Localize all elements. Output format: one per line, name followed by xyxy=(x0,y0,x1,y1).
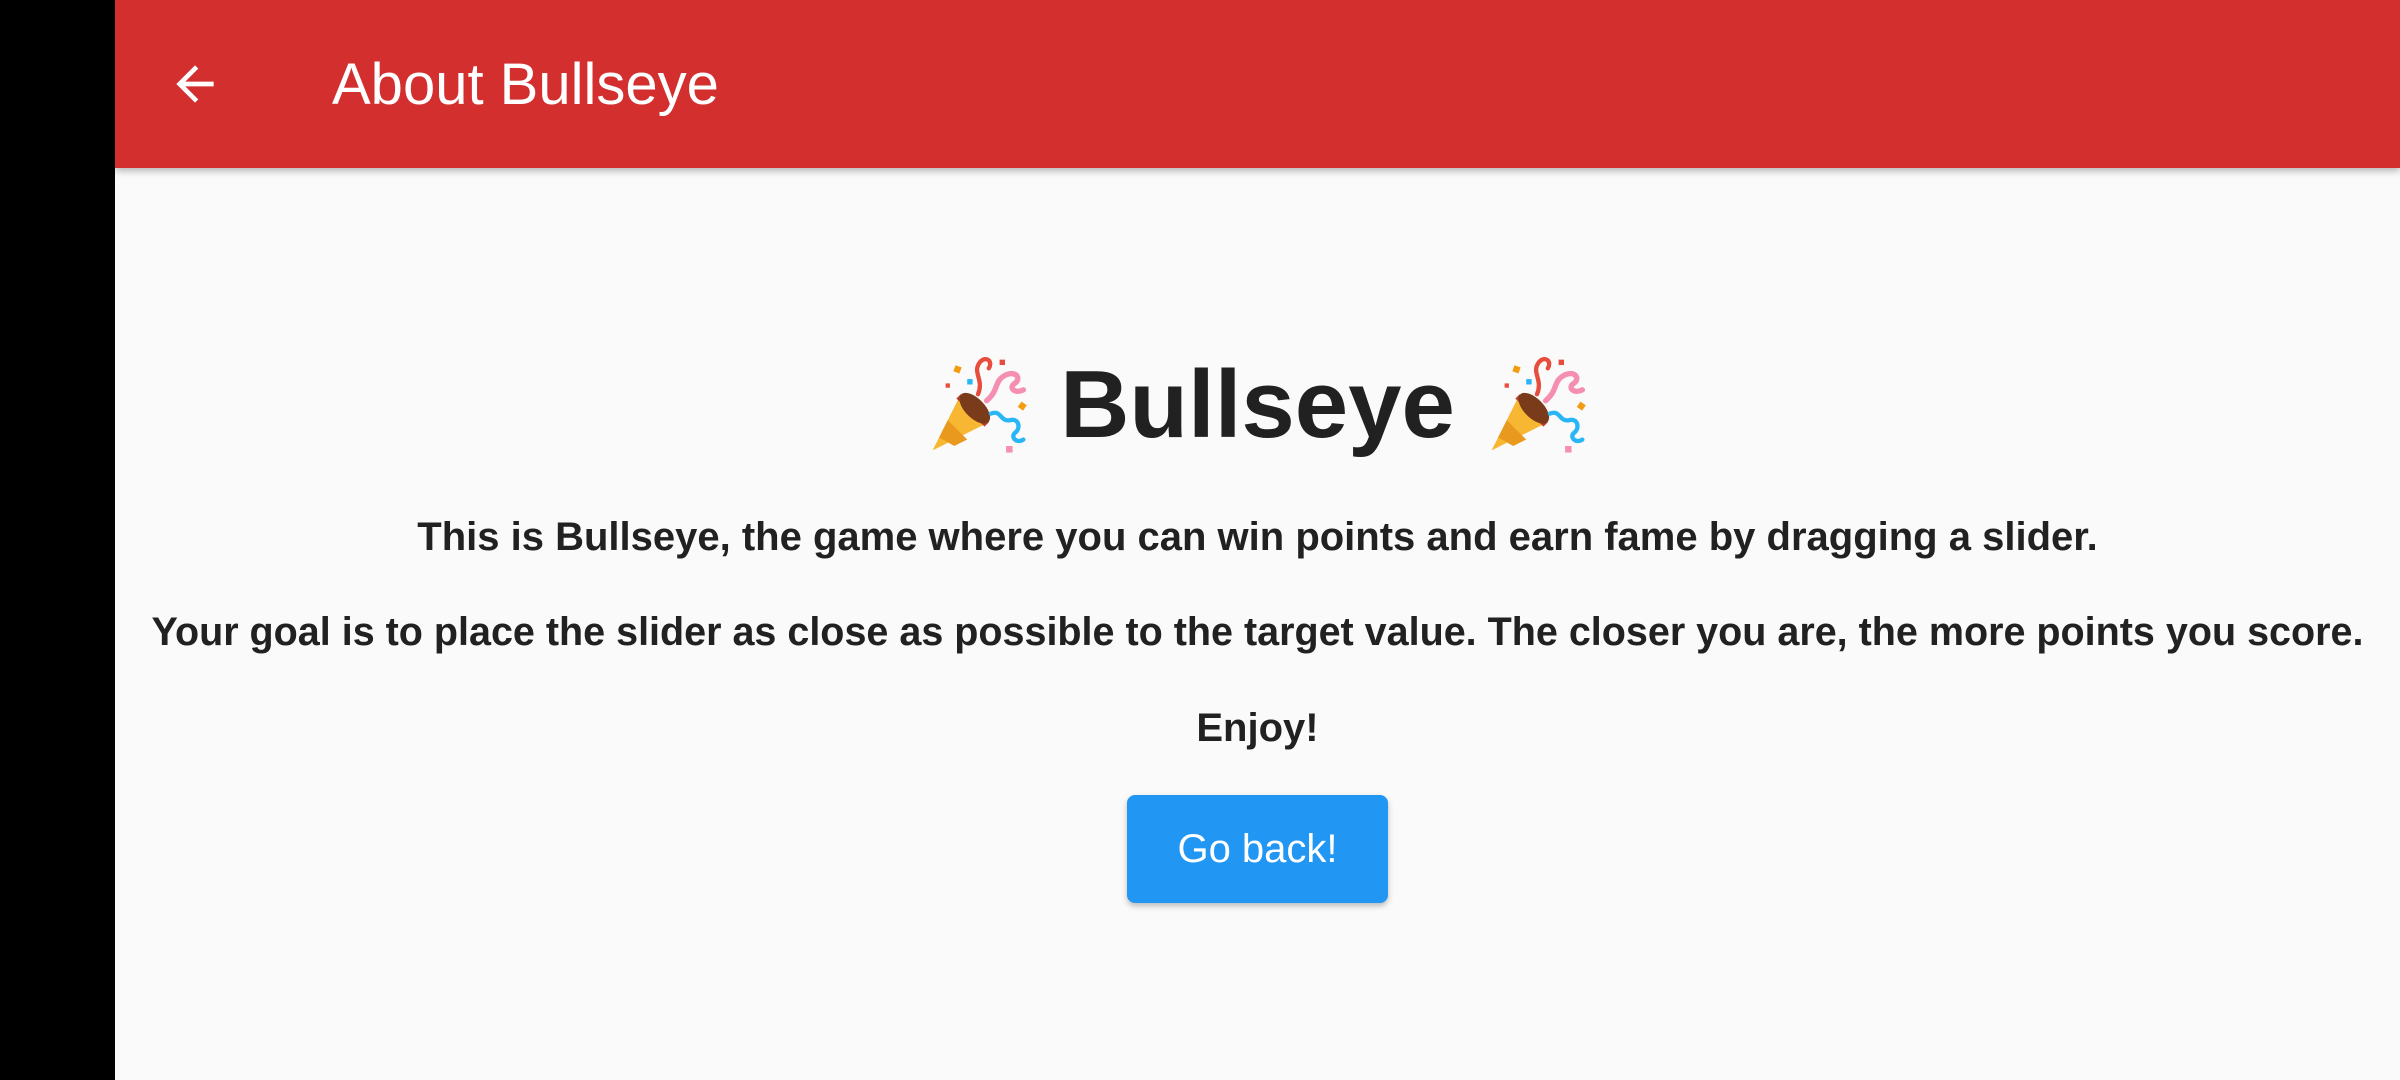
back-button[interactable] xyxy=(155,44,235,124)
intro-paragraph: This is Bullseye, the game where you can… xyxy=(417,515,2098,559)
party-popper-icon xyxy=(924,351,1032,459)
about-content: Bullseye This is Bullseye, the game wher… xyxy=(115,168,2400,1080)
app-bar: About Bullseye xyxy=(115,0,2400,168)
device-screen: About Bullseye Bullseye This is Bullseye… xyxy=(0,0,2400,1080)
goal-paragraph: Your goal is to place the slider as clos… xyxy=(151,610,2364,654)
page-title: About Bullseye xyxy=(332,52,719,117)
enjoy-text: Enjoy! xyxy=(1196,706,1319,750)
go-back-button[interactable]: Go back! xyxy=(1127,795,1388,903)
display-cutout xyxy=(0,0,115,1080)
about-screen: About Bullseye Bullseye This is Bullseye… xyxy=(115,0,2400,1080)
headline-title: Bullseye xyxy=(1060,351,1455,458)
party-popper-icon xyxy=(1483,351,1591,459)
arrow-left-icon xyxy=(167,56,223,112)
headline: Bullseye xyxy=(115,340,2400,470)
